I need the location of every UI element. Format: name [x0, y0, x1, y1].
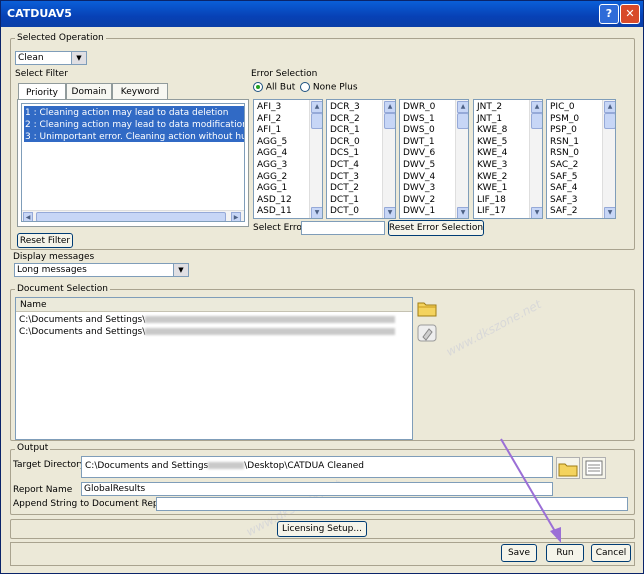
annotation-arrow-icon	[500, 438, 561, 543]
catdua-dialog: www.dkszone.net www.dkszone.net www.dksz…	[0, 0, 644, 574]
